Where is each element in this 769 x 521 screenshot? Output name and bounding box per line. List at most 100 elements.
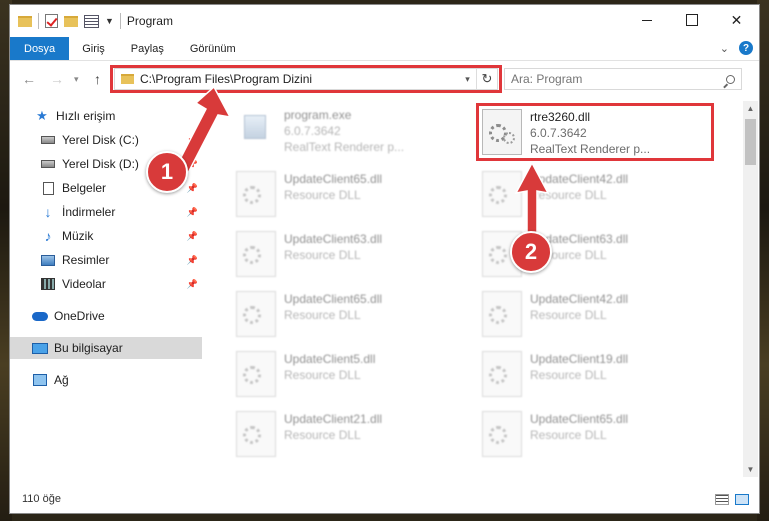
- cloud-icon: [32, 309, 48, 323]
- window-title: Program: [126, 14, 173, 28]
- dll-file-icon: [482, 351, 522, 397]
- sidebar-item-label: Yerel Disk (C:): [62, 133, 139, 147]
- file-item[interactable]: UpdateClient42.dll Resource DLL: [482, 289, 722, 345]
- file-description: Resource DLL: [284, 368, 361, 382]
- pin-icon[interactable]: 📌: [187, 255, 198, 266]
- dll-file-icon: [482, 291, 522, 337]
- sidebar-item-this-pc[interactable]: Bu bilgisayar: [10, 337, 202, 359]
- help-icon[interactable]: ?: [739, 41, 753, 55]
- file-name: UpdateClient65.dll: [284, 172, 383, 186]
- toolbar-separator: [38, 13, 39, 29]
- file-description: Resource DLL: [284, 188, 361, 202]
- file-description: Resource DLL: [284, 248, 361, 262]
- sidebar-item-label: Yerel Disk (D:): [62, 157, 139, 171]
- scroll-up-arrow-icon[interactable]: ▲: [743, 101, 758, 116]
- drive-icon: [40, 157, 56, 171]
- file-item[interactable]: UpdateClient65.dll Resource DLL: [236, 289, 476, 345]
- file-name: UpdateClient42.dll: [530, 292, 629, 306]
- tab-share[interactable]: Paylaş: [118, 37, 177, 60]
- close-button[interactable]: ✕: [714, 5, 759, 35]
- file-item[interactable]: UpdateClient19.dll Resource DLL: [482, 349, 722, 405]
- expand-ribbon-chevron-icon[interactable]: ⌄: [720, 42, 729, 55]
- pin-icon[interactable]: 📌: [187, 279, 198, 290]
- up-arrow-icon[interactable]: ↑: [94, 71, 101, 87]
- title-bar: ▼ Program ✕: [10, 5, 759, 37]
- tab-file[interactable]: Dosya: [10, 37, 70, 60]
- music-icon: ♪: [44, 228, 52, 244]
- download-icon: ↓: [44, 204, 52, 220]
- sidebar-item-label: Resimler: [62, 253, 110, 267]
- customize-toolbar-chevron-icon[interactable]: ▼: [105, 16, 114, 26]
- sidebar-item-music[interactable]: ♪ Müzik 📌: [10, 225, 202, 247]
- ribbon-right-controls: ⌄ ?: [720, 41, 753, 55]
- drive-icon: [40, 133, 56, 147]
- file-description: Resource DLL: [530, 368, 607, 382]
- step-1-badge: 1: [146, 151, 188, 193]
- back-arrow-icon[interactable]: ←: [22, 71, 36, 87]
- search-input[interactable]: [505, 72, 719, 86]
- step-2-badge: 2: [510, 231, 552, 273]
- file-item[interactable]: UpdateClient65.dll Resource DLL: [236, 169, 476, 225]
- vertical-scrollbar[interactable]: ▲ ▼: [743, 101, 758, 477]
- file-description: Resource DLL: [284, 428, 361, 442]
- forward-arrow-icon[interactable]: →: [50, 71, 64, 87]
- exe-file-icon: [236, 107, 276, 153]
- file-name: UpdateClient5.dll: [284, 352, 376, 366]
- window-controls: ✕: [624, 5, 759, 35]
- recent-locations-chevron-icon[interactable]: ▾: [74, 74, 79, 85]
- tab-home[interactable]: Giriş: [69, 37, 118, 60]
- file-item[interactable]: UpdateClient5.dll Resource DLL: [236, 349, 476, 405]
- file-item[interactable]: UpdateClient63.dll Resource DLL: [236, 229, 476, 285]
- new-folder-icon[interactable]: [64, 15, 78, 27]
- sidebar-item-label: Hızlı erişim: [56, 109, 116, 123]
- minimize-button[interactable]: [624, 5, 669, 35]
- search-box[interactable]: [504, 68, 742, 90]
- toolbar-separator: [119, 13, 121, 29]
- ribbon-tabs: Dosya Giriş Paylaş Görünüm ⌄ ?: [10, 37, 759, 61]
- sidebar-item-label: Videolar: [62, 277, 106, 291]
- details-view-icon[interactable]: [715, 494, 729, 505]
- folder-icon[interactable]: [18, 15, 32, 27]
- pin-icon[interactable]: 📌: [187, 231, 198, 242]
- sidebar-item-downloads[interactable]: ↓ İndirmeler 📌: [10, 201, 202, 223]
- tab-view[interactable]: Görünüm: [177, 37, 249, 60]
- large-icons-view-icon[interactable]: [735, 494, 749, 505]
- pin-icon[interactable]: 📌: [187, 183, 198, 194]
- pin-icon[interactable]: 📌: [187, 207, 198, 218]
- scrollbar-thumb[interactable]: [745, 119, 756, 165]
- scroll-down-arrow-icon[interactable]: ▼: [743, 462, 758, 477]
- sidebar-item-network[interactable]: Ağ: [10, 369, 202, 391]
- file-name: UpdateClient65.dll: [530, 412, 629, 426]
- sidebar-item-onedrive[interactable]: OneDrive: [10, 305, 202, 327]
- dll-file-icon: [482, 411, 522, 457]
- file-item[interactable]: UpdateClient65.dll Resource DLL: [482, 409, 722, 465]
- dll-file-icon: [236, 351, 276, 397]
- file-name: UpdateClient65.dll: [284, 292, 383, 306]
- properties-check-icon[interactable]: [45, 14, 58, 28]
- file-item[interactable]: UpdateClient21.dll Resource DLL: [236, 409, 476, 465]
- item-count: 110 öğe: [22, 493, 61, 505]
- maximize-button[interactable]: [669, 5, 714, 35]
- sidebar-item-label: İndirmeler: [62, 205, 116, 219]
- sidebar-item-label: Belgeler: [62, 181, 107, 195]
- sidebar-item-label: Ağ: [54, 373, 69, 387]
- file-name: UpdateClient19.dll: [530, 352, 629, 366]
- sidebar-item-label: Müzik: [62, 229, 94, 243]
- file-item[interactable]: program.exe 6.0.7.3642 RealText Renderer…: [236, 105, 476, 161]
- documents-icon: [40, 181, 56, 195]
- dll-file-icon: [236, 411, 276, 457]
- network-icon: [32, 373, 48, 387]
- target-file-highlight: [476, 103, 714, 161]
- star-icon: ★: [36, 108, 48, 123]
- file-name: UpdateClient63.dll: [284, 232, 383, 246]
- search-icon[interactable]: [719, 74, 741, 84]
- pictures-icon: [40, 253, 56, 267]
- properties-icon[interactable]: [84, 14, 99, 28]
- file-name: UpdateClient21.dll: [284, 412, 383, 426]
- sidebar-item-videos[interactable]: Videolar 📌: [10, 273, 202, 295]
- file-description: Resource DLL: [284, 308, 361, 322]
- explorer-window: ▼ Program ✕ Dosya Giriş Paylaş Görünüm ⌄…: [9, 4, 760, 514]
- sidebar-item-pictures[interactable]: Resimler 📌: [10, 249, 202, 271]
- file-description: Resource DLL: [530, 428, 607, 442]
- file-description: RealText Renderer p...: [284, 140, 405, 154]
